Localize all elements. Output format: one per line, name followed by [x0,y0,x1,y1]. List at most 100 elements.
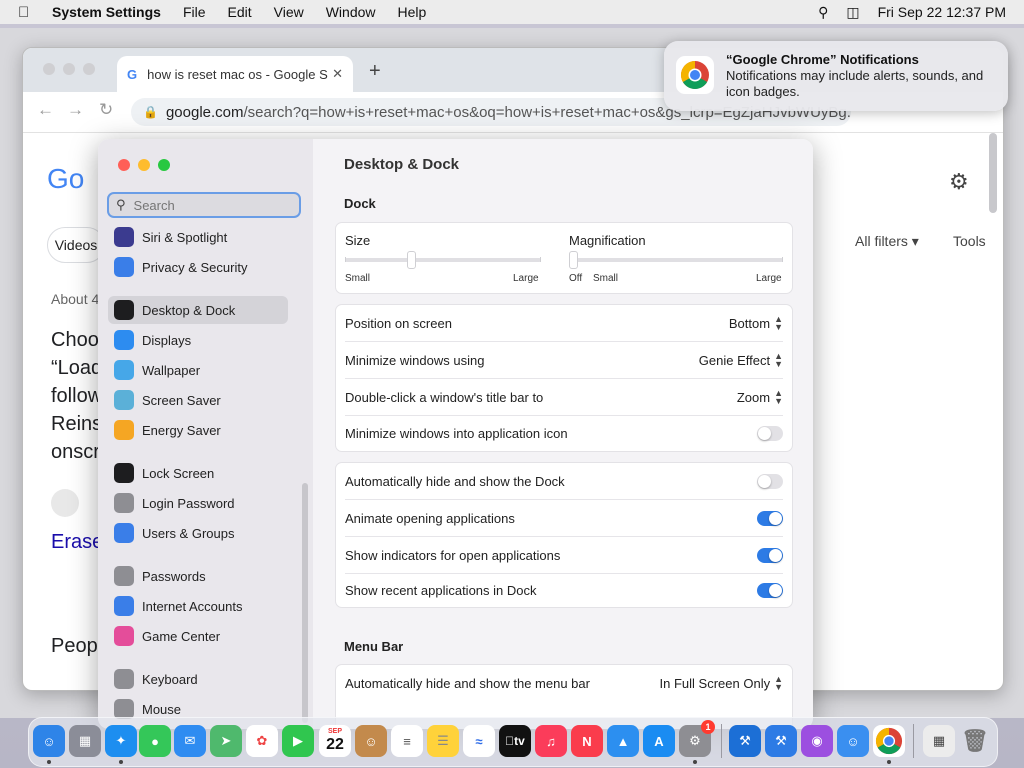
sidebar-item-wallpaper[interactable]: Wallpaper [108,356,288,384]
menu-view[interactable]: View [274,4,304,20]
chrome-notification[interactable]: “Google Chrome” Notifications Notificati… [664,41,1008,111]
running-indicator [693,760,697,764]
dock-photos[interactable]: ✿ [246,725,278,757]
menu-help[interactable]: Help [398,4,427,20]
snippet-line-4: Reins [51,413,103,435]
apple-icon[interactable]:  [18,4,38,21]
dock-podcasts[interactable]: ◉ [801,725,833,757]
launchpad-icon: ▦ [78,733,92,748]
search-input[interactable] [131,196,286,214]
reload-icon[interactable]: ↻ [99,100,113,120]
sidebar-item-game-center[interactable]: Game Center [108,622,288,650]
indicators-toggle[interactable] [757,547,783,563]
autohide-dock-toggle[interactable] [757,473,783,489]
sidebar-item-keyboard[interactable]: Keyboard [108,665,288,693]
sidebar-item-lock-screen[interactable]: Lock Screen [108,459,288,487]
minimize-window-button[interactable] [63,63,75,75]
magnification-slider[interactable] [569,251,783,269]
close-tab-icon[interactable]: ✕ [332,66,343,82]
size-slider[interactable] [345,251,541,269]
lock-icon [114,463,134,483]
sidebar-item-login-password[interactable]: Login Password [108,489,288,517]
sidebar-item-siri-spotlight[interactable]: Siri & Spotlight [108,223,288,251]
sidebar-item-displays[interactable]: Displays [108,326,288,354]
menu-clock[interactable]: Fri Sep 22 12:37 PM [878,4,1006,20]
slider-thumb[interactable] [569,251,578,269]
zoom-window-button[interactable] [158,159,170,171]
recent-apps-toggle[interactable] [757,582,783,598]
dock-simulator[interactable]: ⚒ [765,725,797,757]
dock-launchpad[interactable]: ▦ [69,725,101,757]
sidebar-item-desktop-dock[interactable]: Desktop & Dock [108,296,288,324]
dock-mail[interactable]: ✉ [174,725,206,757]
sidebar-item-energy-saver[interactable]: Energy Saver [108,416,288,444]
dock-messages[interactable]: ● [139,725,171,757]
slider-tick [540,257,541,262]
minimize-into-icon-toggle[interactable] [757,425,783,441]
dock-facetime[interactable]: ▶ [282,725,314,757]
double-click-popup[interactable]: Zoom ▲ ▼ [737,389,783,406]
minimize-into-icon-row: Minimize windows into application icon [345,415,783,451]
dock-finder-2[interactable]: ☺ [837,725,869,757]
position-popup[interactable]: Bottom ▲ ▼ [729,315,783,332]
slider-tick [782,257,783,262]
browser-tab[interactable]: G how is reset mac os - Google S ✕ [117,56,353,92]
dock-contacts[interactable]: ☺ [355,725,387,757]
control-center-icon[interactable]: ◫ [846,4,859,21]
result-link[interactable]: Erase [51,531,103,554]
section-header-dock: Dock [344,196,376,211]
menu-app-name[interactable]: System Settings [52,4,161,20]
dock-apple-tv[interactable]: tv [499,725,531,757]
animate-apps-toggle[interactable] [757,510,783,526]
dock-safari[interactable]: ✦ [105,725,137,757]
forward-icon[interactable]: → [67,100,84,120]
sidebar-item-screen-saver[interactable]: Screen Saver [108,386,288,414]
menubar-autohide-popup[interactable]: In Full Screen Only ▲ ▼ [660,675,783,692]
close-window-button[interactable] [43,63,55,75]
dock-notes[interactable]: ☰ [427,725,459,757]
videos-chip[interactable]: Videos [47,227,105,263]
dock-calendar[interactable]: SEP 22 [319,725,351,757]
minimize-effect-row: Minimize windows using Genie Effect ▲ ▼ [345,342,783,378]
menu-edit[interactable]: Edit [228,4,252,20]
dock-music[interactable]: ♫ [535,725,567,757]
dock-xcode[interactable]: ⚒ [729,725,761,757]
slider-thumb[interactable] [407,251,417,269]
settings-gear-icon[interactable]: ⚙ [949,169,969,195]
menu-file[interactable]: File [183,4,206,20]
all-filters-button[interactable]: All filters ▾ [855,233,919,250]
dock-app-store[interactable]: A [643,725,675,757]
menu-window[interactable]: Window [326,4,376,20]
sidebar-item-passwords[interactable]: Passwords [108,562,288,590]
close-window-button[interactable] [118,159,130,171]
sidebar-item-label: Passwords [142,568,206,584]
dock-keynote[interactable]: ▲ [607,725,639,757]
new-tab-icon[interactable]: + [369,60,381,83]
page-scrollbar[interactable] [989,133,997,213]
dock-downloads[interactable]: ▦ [923,725,955,757]
sidebar-item-label: Displays [142,332,192,348]
notification-body: Notifications may include alerts, sounds… [726,68,984,99]
dock-system-settings[interactable]: ⚙ 1 [679,720,715,757]
dock-reminders[interactable]: ≡ [391,725,423,757]
settings-search[interactable]: ⚲ [107,192,301,218]
zoom-window-button[interactable] [83,63,95,75]
dock-finder[interactable]: ☺ [33,725,65,757]
dock-freeform[interactable]: ≈ [463,725,495,757]
running-indicator [119,760,123,764]
sidebar-item-users-groups[interactable]: Users & Groups [108,519,288,547]
notes-icon: ☰ [437,733,449,748]
dock-chrome[interactable] [873,725,905,757]
minimize-window-button[interactable] [138,159,150,171]
spotlight-icon[interactable]: ⚲ [818,4,828,21]
dock-maps[interactable]: ➤ [210,725,242,757]
back-icon[interactable]: ← [37,100,54,120]
sidebar-item-privacy-security[interactable]: Privacy & Security [108,253,288,281]
menubar-autohide-row: Automatically hide and show the menu bar… [345,665,783,701]
sidebar-item-internet-accounts[interactable]: Internet Accounts [108,592,288,620]
dock-news[interactable]: N [571,725,603,757]
minimize-effect-popup[interactable]: Genie Effect ▲ ▼ [699,352,783,369]
sidebar-scrollbar[interactable] [302,483,308,723]
dock-trash[interactable]: 🗑 [959,725,991,757]
tools-button[interactable]: Tools [953,233,986,249]
